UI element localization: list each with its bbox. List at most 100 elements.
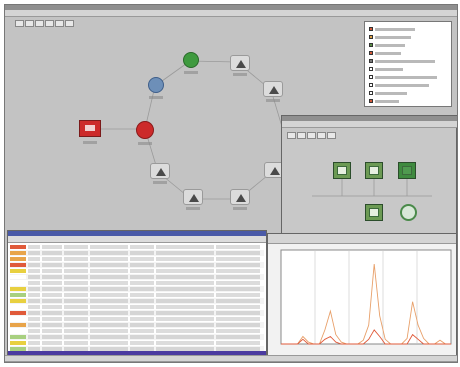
- log-cell: [90, 299, 128, 303]
- log-cell: [90, 281, 128, 285]
- server-icon[interactable]: [365, 162, 383, 179]
- log-cell: [28, 257, 40, 261]
- log-cell: [28, 269, 40, 273]
- log-cell: [90, 305, 128, 309]
- alert-triangle-icon[interactable]: [263, 81, 283, 97]
- log-severity-cell: [10, 323, 26, 327]
- log-cell: [156, 251, 214, 255]
- log-cell: [64, 287, 88, 291]
- log-cell: [28, 323, 40, 327]
- log-cell: [90, 329, 128, 333]
- log-severity-cell: [10, 287, 26, 291]
- legend-item[interactable]: [369, 66, 403, 72]
- status-legend-panel: [364, 21, 452, 107]
- log-cell: [90, 257, 128, 261]
- log-cell: [216, 311, 260, 315]
- log-cell: [130, 281, 154, 285]
- legend-item[interactable]: [369, 26, 415, 32]
- legend-item[interactable]: [369, 82, 429, 88]
- server-icon[interactable]: [365, 204, 383, 221]
- log-cell: [64, 323, 88, 327]
- legend-swatch: [369, 35, 373, 39]
- event-log-table: [8, 244, 266, 354]
- log-cell: [216, 317, 260, 321]
- log-severity-cell: [10, 299, 26, 303]
- legend-item[interactable]: [369, 58, 435, 64]
- router-icon-red[interactable]: [136, 121, 154, 139]
- log-cell: [130, 299, 154, 303]
- log-cell: [64, 317, 88, 321]
- legend-swatch: [369, 75, 373, 79]
- legend-label: [375, 51, 401, 55]
- alert-triangle-icon[interactable]: [230, 55, 250, 71]
- log-cell: [156, 245, 214, 249]
- log-cell: [216, 335, 260, 339]
- legend-label: [375, 59, 435, 63]
- log-cell: [42, 323, 62, 327]
- log-cell: [156, 305, 214, 309]
- log-cell: [42, 293, 62, 297]
- log-cell: [156, 275, 214, 279]
- legend-swatch: [369, 27, 373, 31]
- log-cell: [216, 293, 260, 297]
- log-severity-cell: [10, 263, 26, 267]
- log-cell: [42, 305, 62, 309]
- legend-item[interactable]: [369, 34, 411, 40]
- log-cell: [28, 281, 40, 285]
- log-severity-cell: [10, 329, 26, 333]
- log-cell: [42, 329, 62, 333]
- alert-triangle-icon[interactable]: [150, 163, 170, 179]
- alert-triangle-icon[interactable]: [183, 189, 203, 205]
- log-cell: [156, 281, 214, 285]
- log-cell: [28, 287, 40, 291]
- log-cell: [64, 281, 88, 285]
- map-node-label: [233, 73, 247, 76]
- legend-label: [375, 43, 405, 47]
- log-cell: [28, 245, 40, 249]
- log-cell: [64, 311, 88, 315]
- legend-label: [375, 35, 411, 39]
- router-icon-green[interactable]: [183, 52, 199, 68]
- log-cell: [130, 293, 154, 297]
- map-node-label: [138, 142, 152, 145]
- log-cell: [216, 287, 260, 291]
- log-cell: [90, 323, 128, 327]
- legend-item[interactable]: [369, 98, 399, 104]
- log-cell: [42, 287, 62, 291]
- legend-item[interactable]: [369, 50, 401, 56]
- log-cell: [156, 329, 214, 333]
- server-icon-red[interactable]: [79, 120, 101, 137]
- legend-label: [375, 67, 403, 71]
- log-cell: [130, 335, 154, 339]
- log-cell: [156, 257, 214, 261]
- legend-swatch: [369, 67, 373, 71]
- log-cell: [216, 269, 260, 273]
- chart-plot-area: [280, 249, 452, 345]
- legend-swatch: [369, 51, 373, 55]
- event-log-window: [7, 230, 267, 360]
- alert-triangle-icon[interactable]: [230, 189, 250, 205]
- log-cell: [156, 287, 214, 291]
- log-cell: [130, 245, 154, 249]
- log-cell: [28, 311, 40, 315]
- log-cell: [130, 323, 154, 327]
- router-icon-blue[interactable]: [148, 77, 164, 93]
- log-cell: [28, 341, 40, 345]
- log-cell: [64, 299, 88, 303]
- legend-label: [375, 91, 407, 95]
- log-severity-cell: [10, 257, 26, 261]
- globe-icon[interactable]: [400, 204, 417, 221]
- map-node-label: [184, 71, 198, 74]
- legend-item[interactable]: [369, 90, 407, 96]
- legend-item[interactable]: [369, 42, 405, 48]
- log-cell: [90, 293, 128, 297]
- server-icon[interactable]: [333, 162, 351, 179]
- log-cell: [42, 245, 62, 249]
- server-icon[interactable]: [398, 162, 416, 179]
- log-cell: [64, 341, 88, 345]
- log-cell: [130, 305, 154, 309]
- legend-item[interactable]: [369, 74, 437, 80]
- log-cell: [42, 317, 62, 321]
- log-cell: [42, 335, 62, 339]
- legend-label: [375, 83, 429, 87]
